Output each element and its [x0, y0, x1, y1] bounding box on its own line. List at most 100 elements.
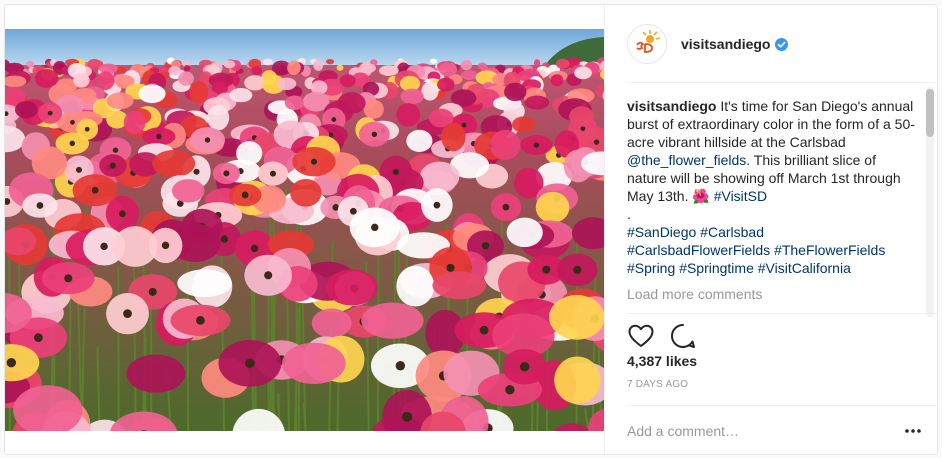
flower-center: [196, 315, 205, 325]
hashtag-list: #SanDiego #Carlsbad #CarlsbadFlowerField…: [627, 223, 917, 277]
flower: [506, 217, 543, 248]
flower: [112, 226, 158, 267]
flower: [313, 59, 324, 71]
flower: [554, 356, 601, 404]
flower-center: [118, 210, 126, 218]
flower: [229, 87, 253, 103]
san-diego-logo-icon: [629, 26, 665, 62]
comments-scrollbar[interactable]: [926, 87, 934, 317]
flower: [533, 59, 541, 67]
flower-center: [573, 265, 582, 274]
flower-center: [593, 139, 600, 145]
flower: [363, 99, 384, 119]
flower: [555, 58, 570, 69]
flower-center: [148, 287, 157, 296]
hashtag-link[interactable]: #CarlsbadFlowerFields: [627, 242, 770, 258]
flower: [277, 77, 297, 91]
flower: [441, 122, 466, 152]
flower: [460, 59, 473, 71]
flower: [138, 84, 166, 104]
comment-button[interactable]: [669, 322, 697, 350]
hibiscus-emoji-icon: 🌺: [692, 188, 710, 204]
flower: [251, 66, 263, 76]
flower: [550, 74, 564, 87]
flower-center: [70, 119, 75, 125]
hashtag-link[interactable]: #Carlsbad: [700, 224, 764, 240]
flower: [189, 81, 209, 104]
more-options-icon: [905, 429, 921, 433]
flower: [290, 178, 322, 207]
flower: [549, 295, 604, 340]
flower: [177, 269, 232, 298]
flower: [171, 179, 205, 203]
flower-center: [36, 202, 44, 209]
flower-center: [123, 309, 132, 319]
flower: [400, 88, 424, 105]
flower-center: [519, 361, 530, 372]
flower-center: [580, 126, 586, 132]
flower: [336, 64, 344, 71]
flower-center: [331, 117, 337, 122]
flower: [378, 65, 399, 76]
comments-area: visitsandiego It's time for San Diego's …: [627, 97, 917, 309]
post-photo[interactable]: [5, 5, 604, 454]
flower-center: [310, 158, 318, 165]
flower: [325, 58, 335, 65]
flower-center: [156, 133, 162, 140]
flower: [504, 82, 527, 102]
flower-center: [75, 166, 83, 173]
flower: [396, 265, 435, 307]
hashtag-link[interactable]: #VisitCalifornia: [758, 260, 851, 276]
flower-center: [392, 168, 399, 175]
hashtag-link[interactable]: #Spring: [627, 260, 675, 276]
flower: [123, 111, 146, 135]
caption-dot: .: [627, 206, 631, 222]
flower-center: [220, 235, 229, 243]
verified-icon: [775, 37, 789, 51]
flower-field-image: [5, 29, 604, 431]
flower-center: [481, 242, 490, 250]
flower: [419, 161, 460, 192]
flower: [26, 60, 35, 68]
hashtag-link[interactable]: #TheFlowerFields: [774, 242, 885, 258]
divider: [627, 313, 937, 314]
flower: [311, 308, 352, 339]
flower: [223, 60, 236, 69]
flower-center: [241, 191, 249, 199]
flower-center: [505, 385, 515, 395]
flower-center: [193, 168, 200, 175]
flower-center: [223, 170, 230, 177]
heart-icon: [628, 324, 654, 347]
instagram-post: visitsandiego visitsandiego It's time fo…: [4, 4, 938, 455]
hashtag-link[interactable]: #VisitSD: [714, 188, 767, 204]
flower: [326, 269, 378, 306]
flower-center: [349, 207, 357, 215]
flower: [437, 77, 455, 92]
flower-center: [502, 203, 510, 211]
flower-center: [84, 126, 90, 132]
flower: [14, 100, 38, 119]
hashtag-link[interactable]: #Springtime: [679, 260, 754, 276]
post-sidebar: visitsandiego visitsandiego It's time fo…: [604, 5, 937, 454]
more-options-button[interactable]: [893, 416, 933, 446]
flower-center: [6, 357, 17, 368]
flower-center: [204, 137, 211, 143]
likes-count[interactable]: 4,387 likes: [627, 353, 697, 369]
flower-center: [433, 201, 441, 209]
load-more-comments-button[interactable]: Load more comments: [627, 285, 762, 303]
caption-username[interactable]: visitsandiego: [627, 98, 716, 114]
flower-center: [371, 223, 379, 232]
flower: [152, 149, 196, 178]
flower-center: [112, 147, 119, 153]
like-button[interactable]: [627, 322, 655, 350]
scrollbar-thumb[interactable]: [926, 89, 934, 137]
add-comment-bar: [627, 405, 937, 454]
hashtag-link[interactable]: #SanDiego: [627, 224, 696, 240]
post-header: visitsandiego: [605, 5, 937, 83]
post-timestamp[interactable]: 7 DAYS AGO: [627, 379, 688, 390]
mention-link[interactable]: @the_flower_fields: [627, 152, 746, 168]
avatar[interactable]: [627, 24, 667, 64]
header-username[interactable]: visitsandiego: [681, 36, 770, 52]
comment-input[interactable]: [627, 423, 893, 439]
flower-center: [402, 411, 413, 422]
